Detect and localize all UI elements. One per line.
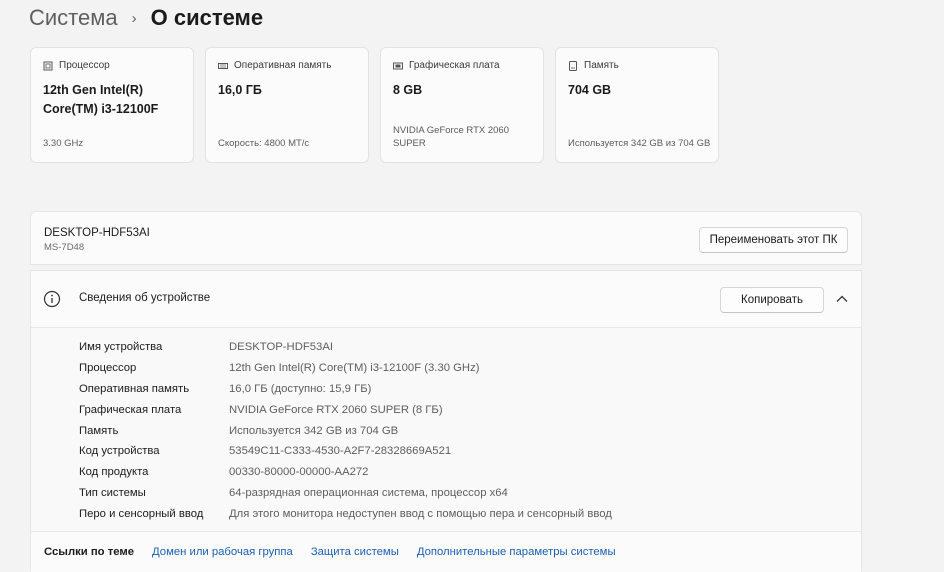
spec-label: Тип системы [79, 486, 146, 499]
card-subtext: 3.30 GHz [43, 138, 84, 149]
device-specifications-header[interactable]: Сведения об устройстве Копировать [31, 271, 861, 328]
spec-value: 00330-80000-00000-AA272 [229, 466, 369, 479]
breadcrumb: Система › О системе [29, 2, 263, 34]
link-domain-workgroup[interactable]: Домен или рабочая группа [152, 546, 293, 558]
card-value: 8 GB [393, 83, 423, 97]
spec-cards: Процессор 12th Gen Intel(R) Core(TM) i3-… [30, 47, 719, 163]
spec-label: Перо и сенсорный ввод [79, 507, 204, 520]
device-specifications-title: Сведения об устройстве [79, 292, 211, 304]
spec-list: Имя устройства DESKTOP-HDF53AI Процессор… [79, 337, 612, 524]
copy-button[interactable]: Копировать [720, 287, 824, 313]
cpu-icon [43, 61, 53, 70]
page-title: О системе [150, 5, 264, 30]
ram-card: Оперативная память 16,0 ГБ Скорость: 480… [205, 47, 369, 163]
spec-row-processor: Процессор 12th Gen Intel(R) Core(TM) i3-… [79, 358, 612, 379]
spec-value: 16,0 ГБ (доступно: 15,9 ГБ) [229, 382, 372, 395]
pc-name: DESKTOP-HDF53AI [44, 227, 150, 239]
link-system-protection[interactable]: Защита системы [311, 546, 399, 558]
breadcrumb-parent-system[interactable]: Система [29, 5, 118, 31]
spec-row-storage: Память Используется 342 GB из 704 GB [79, 420, 612, 441]
gpu-card: Графическая плата 8 GB NVIDIA GeForce RT… [380, 47, 544, 163]
spec-row-device-name: Имя устройства DESKTOP-HDF53AI [79, 337, 612, 358]
spec-value: 12th Gen Intel(R) Core(TM) i3-12100F (3.… [229, 362, 480, 375]
storage-card: Память 704 GB Используется 342 GB из 704… [555, 47, 719, 163]
spec-label: Графическая плата [79, 403, 182, 416]
card-header: Оперативная память [218, 60, 331, 71]
spec-value: 53549C11-C333-4530-A2F7-28328669A521 [229, 445, 452, 458]
spec-row-product-id: Код продукта 00330-80000-00000-AA272 [79, 462, 612, 483]
related-links-title: Ссылки по теме [44, 546, 135, 558]
device-specifications-panel: Сведения об устройстве Копировать Имя ус… [30, 270, 862, 572]
spec-row-pen-touch: Перо и сенсорный ввод Для этого монитора… [79, 503, 612, 524]
spec-label: Оперативная память [79, 382, 190, 395]
card-subtext: Скорость: 4800 МТ/с [218, 138, 310, 149]
storage-icon [569, 60, 577, 71]
spec-row-gpu: Графическая плата NVIDIA GeForce RTX 206… [79, 399, 612, 420]
processor-card: Процессор 12th Gen Intel(R) Core(TM) i3-… [30, 47, 194, 163]
card-header: Графическая плата [393, 60, 500, 71]
memory-icon [218, 62, 228, 69]
info-icon [43, 290, 61, 308]
spec-label: Код устройства [79, 445, 160, 458]
spec-value: NVIDIA GeForce RTX 2060 SUPER (8 ГБ) [229, 403, 443, 416]
card-label: Оперативная память [234, 60, 332, 71]
spec-label: Процессор [79, 362, 137, 375]
card-subtext: NVIDIA GeForce RTX 2060 SUPER [393, 125, 509, 149]
spec-row-system-type: Тип системы 64-разрядная операционная си… [79, 483, 612, 504]
card-value: 16,0 ГБ [218, 83, 262, 97]
pc-name-panel: DESKTOP-HDF53AI MS-7D48 Переименовать эт… [30, 211, 862, 265]
rename-pc-button[interactable]: Переименовать этот ПК [699, 227, 848, 253]
pc-model: MS-7D48 [44, 242, 85, 253]
card-value: 704 GB [568, 83, 612, 97]
card-header: Память [568, 60, 619, 71]
chevron-up-icon[interactable] [835, 292, 849, 306]
spec-row-ram: Оперативная память 16,0 ГБ (доступно: 15… [79, 379, 612, 400]
spec-label: Имя устройства [79, 341, 163, 354]
spec-row-device-id: Код устройства 53549C11-C333-4530-A2F7-2… [79, 441, 612, 462]
spec-label: Память [79, 424, 119, 437]
spec-value: Для этого монитора недоступен ввод с пом… [229, 507, 612, 520]
card-value: 12th Gen Intel(R) Core(TM) i3-12100F [43, 83, 159, 116]
breadcrumb-separator: › [131, 9, 137, 27]
card-subtext: Используется 342 GB из 704 GB [568, 138, 711, 149]
spec-value: DESKTOP-HDF53AI [229, 341, 333, 354]
spec-value: 64-разрядная операционная система, проце… [229, 486, 508, 499]
gpu-icon [393, 62, 403, 69]
card-label: Память [584, 60, 619, 71]
card-label: Графическая плата [409, 60, 500, 71]
spec-label: Код продукта [79, 466, 149, 479]
card-header: Процессор [43, 60, 110, 71]
card-label: Процессор [59, 60, 110, 71]
related-links-bar: Ссылки по теме Домен или рабочая группа … [31, 531, 861, 572]
link-advanced-system-settings[interactable]: Дополнительные параметры системы [417, 546, 616, 558]
spec-value: Используется 342 GB из 704 GB [229, 424, 399, 437]
